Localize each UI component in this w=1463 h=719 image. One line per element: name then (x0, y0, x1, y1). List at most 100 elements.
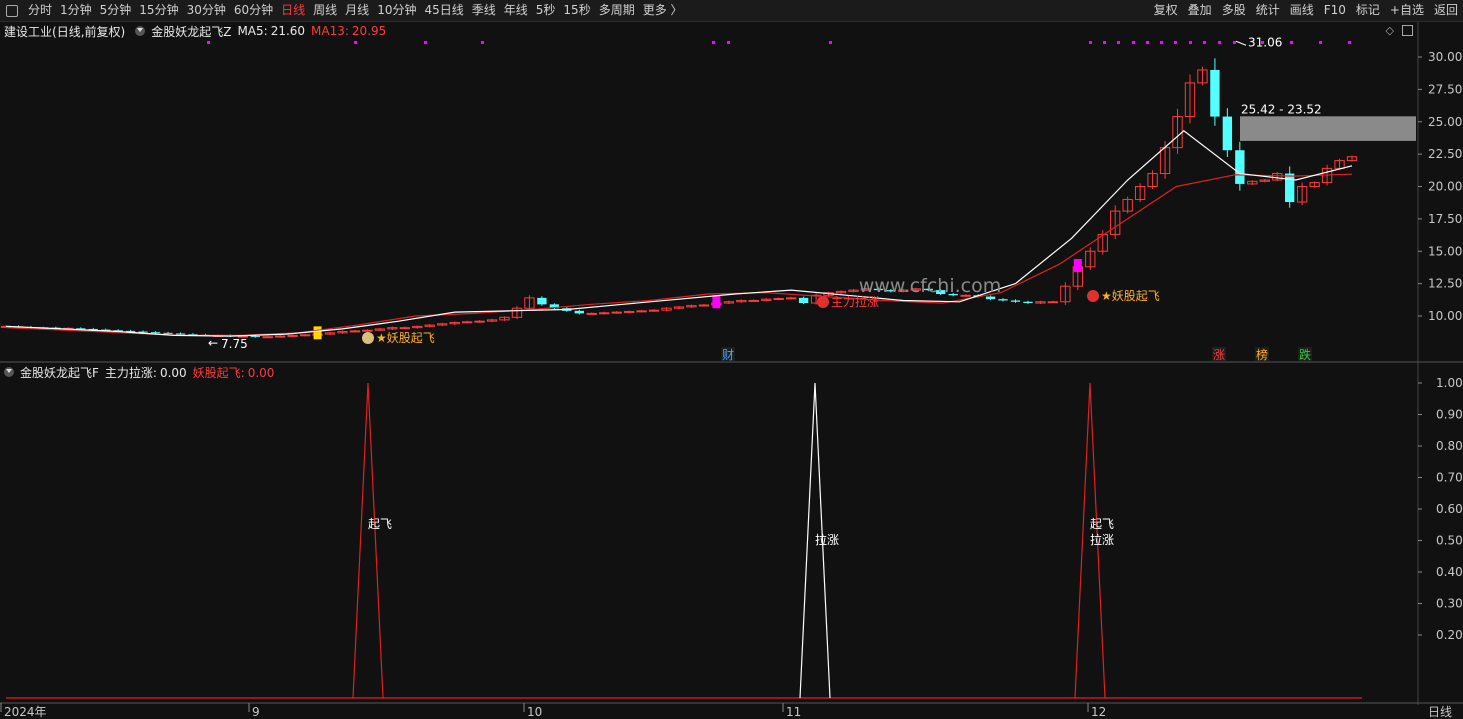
signal-dot (1319, 41, 1322, 44)
signal-dot (1146, 41, 1149, 44)
candle-body (574, 310, 584, 314)
sub-tick-label: 0.60 (1436, 502, 1463, 516)
signal-spike (352, 382, 384, 699)
signal-candle (712, 295, 721, 309)
ma5-line (5, 130, 1353, 337)
signal-label: ★妖股起飞 (1101, 289, 1160, 303)
candle-body (1010, 300, 1021, 302)
price-zone (1240, 116, 1416, 141)
sub-tick-label: 1.00 (1436, 376, 1463, 390)
candle-body (1023, 301, 1033, 304)
candle-body (1047, 301, 1059, 304)
signal-dot (1290, 41, 1293, 44)
candle-body (275, 335, 286, 338)
candle-body (798, 297, 809, 304)
candle-body (537, 297, 547, 305)
candle-body (349, 330, 361, 333)
candle-body (698, 304, 710, 307)
period-label: 日线 (1428, 705, 1452, 719)
signal-candle (313, 326, 322, 340)
peak-label: 拉涨 (815, 532, 839, 547)
low-arrow-icon: ← (208, 336, 218, 350)
price-tick-label: 25.00 (1428, 115, 1462, 129)
sub-tick-label: 0.30 (1436, 597, 1463, 611)
signal-dot (1103, 41, 1106, 44)
signal-dot (829, 41, 832, 44)
signal-dot (1261, 41, 1264, 44)
candle-body (1210, 69, 1220, 117)
signal-dot (712, 41, 715, 44)
signal-dot (1203, 41, 1206, 44)
peak-label: 起飞 (368, 517, 392, 531)
candle-body (586, 312, 597, 315)
signal-dot (1174, 41, 1177, 44)
signal-dot (481, 41, 484, 44)
high-marker (1235, 40, 1247, 46)
date-label: 11 (786, 705, 801, 719)
price-tick-label: 20.00 (1428, 180, 1462, 194)
high-price-label: 31.06 (1248, 35, 1282, 49)
candle-body (599, 312, 610, 315)
date-label: 9 (252, 705, 260, 719)
candle-body (299, 334, 311, 337)
signal-dot (207, 41, 210, 44)
candle-body (362, 329, 373, 332)
signal-dot (424, 41, 427, 44)
signal-dot (1218, 41, 1221, 44)
sub-tick-label: 0.40 (1436, 565, 1463, 579)
sub-tick-label: 0.50 (1436, 534, 1463, 548)
ma13-line (5, 173, 1353, 336)
signal-dot (1348, 41, 1351, 44)
candle-body (998, 299, 1008, 301)
candle-body (474, 320, 485, 323)
date-label: 10 (527, 705, 542, 719)
candle-body (399, 327, 410, 330)
signal-dot (1189, 41, 1192, 44)
candle-body (636, 310, 647, 313)
signal-dot (727, 41, 730, 44)
signal-dot (1160, 41, 1163, 44)
price-tick-label: 17.50 (1428, 212, 1462, 226)
price-tick-label: 27.50 (1428, 82, 1462, 96)
kline-chart[interactable]: 30.00 27.50 25.00 22.50 20.00 17.50 15.00 12.50… (0, 0, 1463, 719)
candle-body (138, 331, 148, 333)
candle-body (785, 297, 797, 300)
signal-dot (1233, 41, 1236, 44)
price-tick-label: 15.00 (1428, 244, 1462, 258)
date-label: 12 (1091, 705, 1106, 719)
event-badge: 涨 (1213, 347, 1225, 362)
candle-body (748, 299, 759, 302)
low-price-label: 7.75 (221, 337, 248, 351)
price-tick-label: 12.50 (1428, 277, 1462, 291)
signal-dot (1132, 41, 1135, 44)
event-badge: 榜 (1256, 347, 1268, 362)
candle-body (262, 336, 273, 339)
price-zone-label: 25.42 - 23.52 (1241, 102, 1322, 116)
signal-dot (1117, 41, 1120, 44)
candle-body (1285, 173, 1295, 203)
candle-body (287, 334, 298, 337)
sub-tick-label: 0.20 (1436, 628, 1463, 642)
signal-candle (1073, 259, 1082, 272)
price-tick-label: 22.50 (1428, 147, 1462, 161)
signal-badge-icon (362, 332, 374, 344)
candle-body (611, 311, 622, 314)
watermark: www.cfchi.com (859, 275, 1001, 297)
event-badge: 财 (722, 348, 734, 362)
candle-body (1222, 116, 1233, 151)
candle-body (175, 333, 186, 335)
price-tick-label: 30.00 (1428, 50, 1462, 64)
signal-dot (354, 41, 357, 44)
candle-body (648, 309, 660, 312)
event-badge: 跌 (1299, 347, 1311, 362)
signal-label: ★妖股起飞 (376, 331, 435, 345)
sub-tick-label: 0.90 (1436, 408, 1463, 422)
signal-badge-icon (1087, 290, 1099, 302)
peak-label: 拉涨 (1090, 532, 1114, 547)
sub-tick-label: 0.80 (1436, 439, 1463, 453)
candle-body (623, 310, 635, 313)
peak-label: 起飞 (1090, 517, 1114, 531)
signal-badge-icon (817, 296, 829, 308)
candle-body (1235, 150, 1245, 184)
candle-body (773, 298, 784, 301)
